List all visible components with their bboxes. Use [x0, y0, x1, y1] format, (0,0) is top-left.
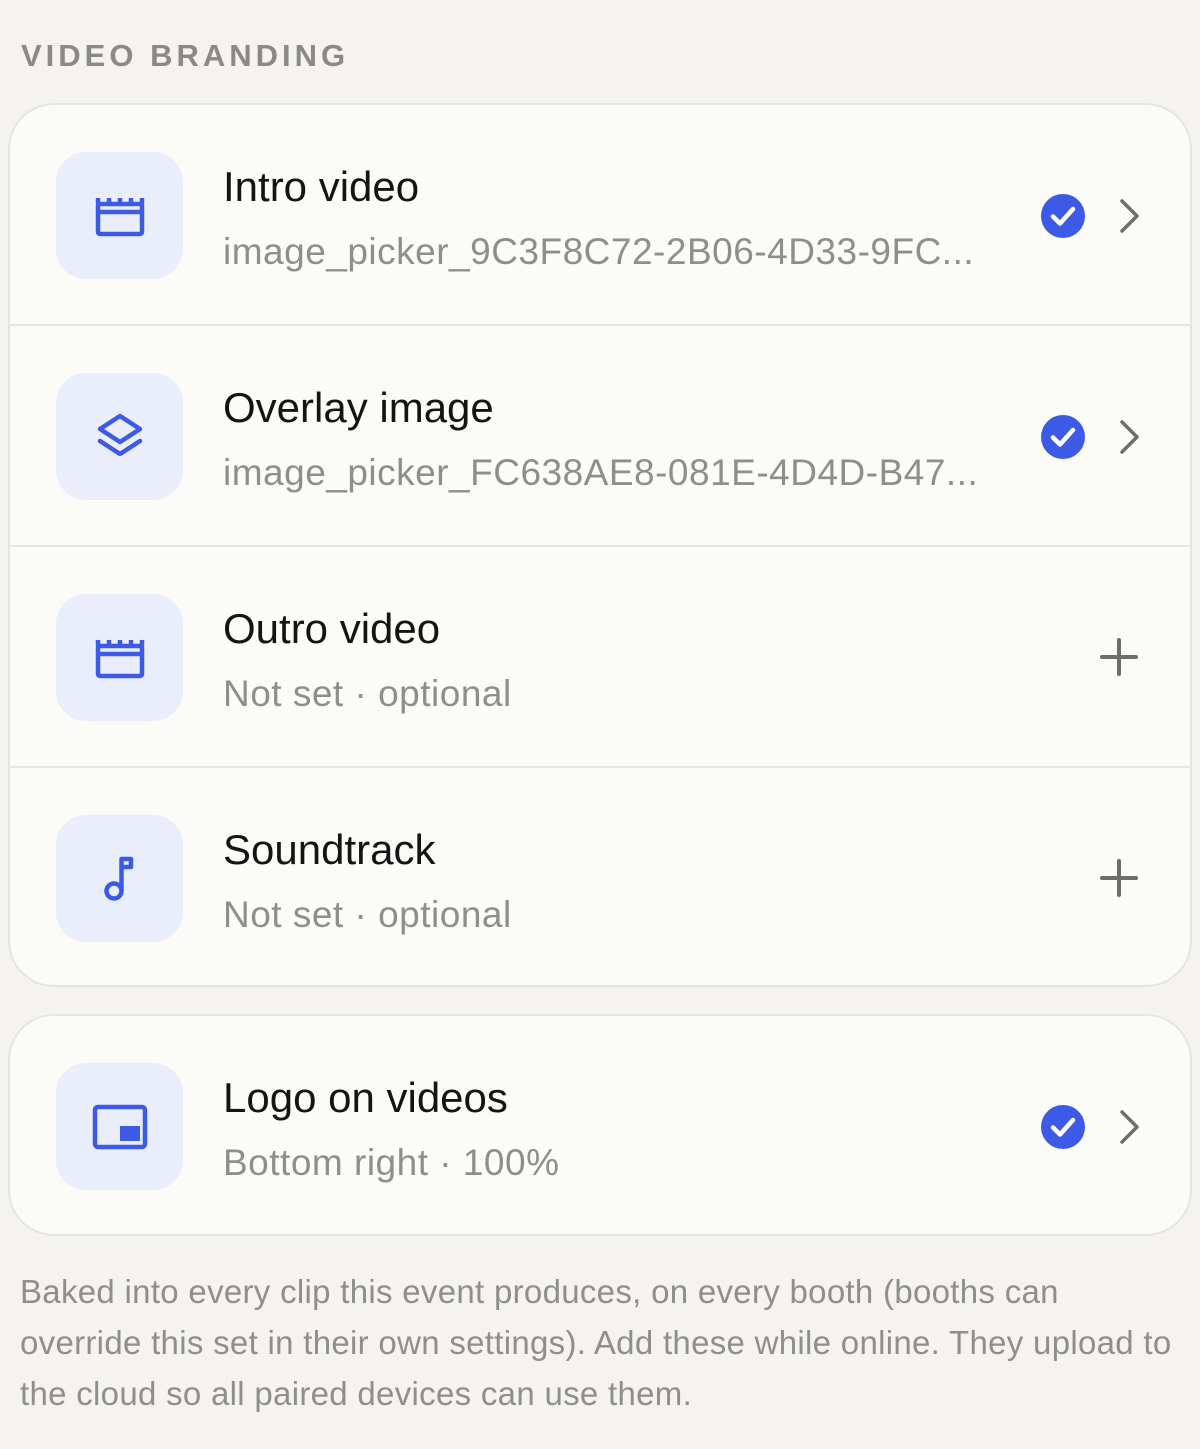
checkmark-circle-icon: [1041, 415, 1085, 459]
chevron-right-icon: [1120, 1110, 1139, 1144]
chevron-right-icon: [1120, 199, 1139, 233]
checkmark-circle-icon: [1041, 1105, 1085, 1149]
row-title: Logo on videos: [223, 1074, 508, 1121]
chevron-right-icon: [1120, 420, 1139, 454]
plus-icon[interactable]: [1100, 859, 1138, 897]
row-subtitle: Not set · optional: [223, 894, 512, 935]
music-note-icon: [56, 815, 183, 942]
row-subtitle: Not set · optional: [223, 673, 512, 714]
clapperboard-icon: [56, 152, 183, 279]
row-subtitle: image_picker_FC638AE8-081E-4D4D-B47...: [223, 452, 979, 493]
section-title: VIDEO BRANDING: [21, 38, 350, 73]
outro-video-row[interactable]: Outro video Not set · optional: [10, 547, 1190, 768]
row-title: Soundtrack: [223, 826, 436, 873]
intro-video-row[interactable]: Intro video image_picker_9C3F8C72-2B06-4…: [10, 105, 1190, 326]
row-subtitle: Bottom right · 100%: [223, 1142, 560, 1183]
row-subtitle: image_picker_9C3F8C72-2B06-4D33-9FC...: [223, 231, 975, 272]
plus-icon[interactable]: [1100, 638, 1138, 676]
checkmark-circle-icon: [1041, 194, 1085, 238]
layers-icon: [56, 373, 183, 500]
row-title: Intro video: [223, 163, 420, 210]
footnote-text: Baked into every clip this event produce…: [20, 1273, 1172, 1412]
logo-on-videos-row[interactable]: Logo on videos Bottom right · 100%: [10, 1016, 1190, 1234]
picture-in-picture-icon: [56, 1063, 183, 1190]
soundtrack-row[interactable]: Soundtrack Not set · optional: [10, 768, 1190, 985]
row-title: Outro video: [223, 605, 441, 652]
video-branding-list: Intro video image_picker_9C3F8C72-2B06-4…: [8, 103, 1192, 987]
clapperboard-icon: [56, 594, 183, 721]
logo-card: Logo on videos Bottom right · 100%: [8, 1014, 1192, 1236]
row-title: Overlay image: [223, 384, 494, 431]
overlay-image-row[interactable]: Overlay image image_picker_FC638AE8-081E…: [10, 326, 1190, 547]
